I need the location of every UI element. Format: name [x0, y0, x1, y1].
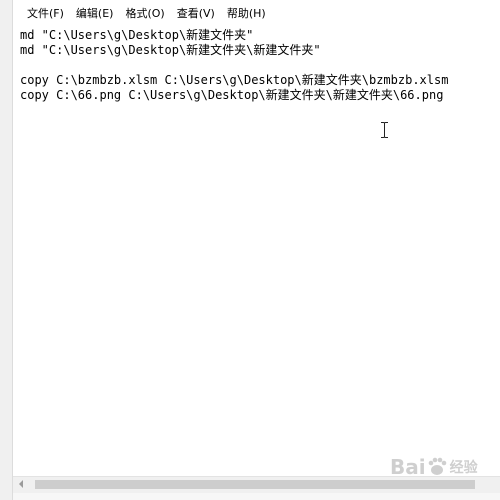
- editor-line: copy C:\66.png C:\Users\g\Desktop\新建文件夹\…: [20, 88, 444, 102]
- window-bottom-edge: [13, 493, 500, 500]
- menu-view[interactable]: 查看(V): [171, 4, 221, 24]
- window-left-edge: [0, 0, 13, 500]
- menu-bar: 文件(F) 编辑(E) 格式(O) 查看(V) 帮助(H): [13, 0, 500, 28]
- menu-file[interactable]: 文件(F): [13, 4, 70, 24]
- editor-line: md "C:\Users\g\Desktop\新建文件夹": [20, 28, 254, 42]
- text-editor-area[interactable]: md "C:\Users\g\Desktop\新建文件夹" md "C:\Use…: [18, 28, 500, 476]
- notepad-window: 文件(F) 编辑(E) 格式(O) 查看(V) 帮助(H) md "C:\Use…: [0, 0, 500, 500]
- menu-help[interactable]: 帮助(H): [221, 4, 272, 24]
- watermark-brand: Bai: [390, 455, 426, 479]
- menu-edit[interactable]: 编辑(E): [70, 4, 120, 24]
- scroll-left-arrow-icon[interactable]: [19, 480, 23, 488]
- menu-format[interactable]: 格式(O): [119, 4, 170, 24]
- editor-line: copy C:\bzmbzb.xlsm C:\Users\g\Desktop\新…: [20, 73, 449, 87]
- ibeam-cursor-icon: [381, 122, 388, 138]
- paw-logo-icon: [428, 457, 446, 475]
- editor-line: md "C:\Users\g\Desktop\新建文件夹\新建文件夹": [20, 43, 321, 57]
- baidu-jingyan-watermark: Bai 经验: [390, 450, 500, 484]
- watermark-sub: 经验: [449, 460, 478, 476]
